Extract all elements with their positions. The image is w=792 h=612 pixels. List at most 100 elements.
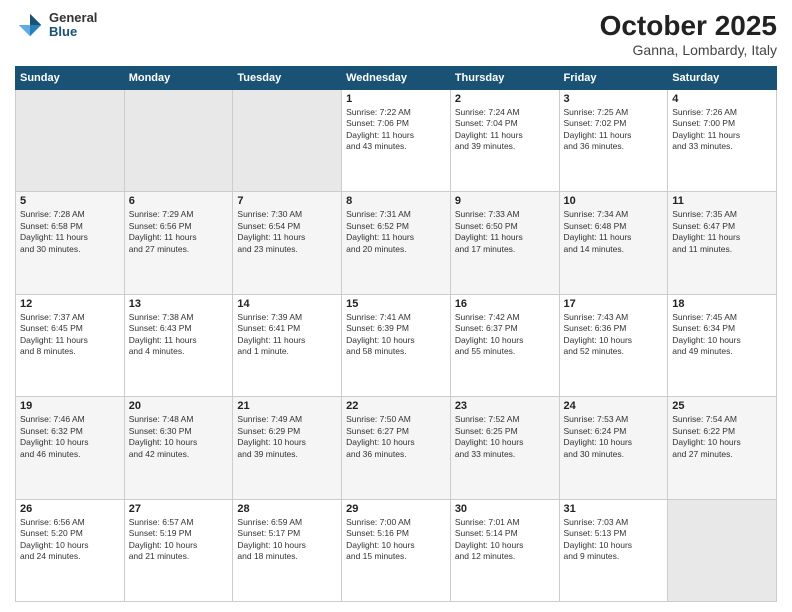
table-cell: 14Sunrise: 7:39 AM Sunset: 6:41 PM Dayli…	[233, 294, 342, 396]
col-friday: Friday	[559, 67, 668, 90]
logo-icon	[15, 10, 45, 40]
table-cell: 31Sunrise: 7:03 AM Sunset: 5:13 PM Dayli…	[559, 499, 668, 601]
table-cell: 13Sunrise: 7:38 AM Sunset: 6:43 PM Dayli…	[124, 294, 233, 396]
logo-text: General Blue	[49, 11, 97, 40]
table-cell: 25 Sunrise: 7:54 AM Sunset: 6:22 PM Dayli…	[668, 397, 777, 499]
table-cell: 11 Sunrise: 7:35 AM Sunset: 6:47 PM Dayli…	[668, 192, 777, 294]
day-info: Sunrise: 7:52 AM Sunset: 6:25 PM Dayligh…	[455, 414, 555, 460]
col-saturday: Saturday	[668, 67, 777, 90]
header: General Blue October 2025 Ganna, Lombard…	[15, 10, 777, 58]
day-info: Sunrise: 7:45 AM Sunset: 6:34 PM Dayligh…	[672, 312, 772, 358]
table-cell: 12Sunrise: 7:37 AM Sunset: 6:45 PM Dayli…	[16, 294, 125, 396]
day-number: 23	[455, 400, 555, 412]
day-number: 30	[455, 503, 555, 515]
day-info: Sunrise: 7:54 AM Sunset: 6:22 PM Dayligh…	[672, 414, 772, 460]
day-info: Sunrise: 7:28 AM Sunset: 6:58 PM Dayligh…	[20, 209, 120, 255]
day-number: 28	[237, 503, 337, 515]
day-info: Sunrise: 7:26 AM Sunset: 7:00 PM Dayligh…	[672, 107, 772, 153]
col-thursday: Thursday	[450, 67, 559, 90]
table-cell: 1Sunrise: 7:22 AM Sunset: 7:06 PM Daylig…	[342, 90, 451, 192]
table-cell: 23 Sunrise: 7:52 AM Sunset: 6:25 PM Dayli…	[450, 397, 559, 499]
day-number: 8	[346, 195, 446, 207]
day-info: Sunrise: 7:50 AM Sunset: 6:27 PM Dayligh…	[346, 414, 446, 460]
day-number: 29	[346, 503, 446, 515]
day-number: 27	[129, 503, 229, 515]
day-number: 3	[564, 93, 664, 105]
day-info: Sunrise: 7:29 AM Sunset: 6:56 PM Dayligh…	[129, 209, 229, 255]
table-cell: 19 Sunrise: 7:46 AM Sunset: 6:32 PM Dayli…	[16, 397, 125, 499]
calendar-title: October 2025	[600, 10, 777, 42]
day-info: Sunrise: 6:56 AM Sunset: 5:20 PM Dayligh…	[20, 517, 120, 563]
day-info: Sunrise: 7:49 AM Sunset: 6:29 PM Dayligh…	[237, 414, 337, 460]
day-number: 5	[20, 195, 120, 207]
table-cell: 20Sunrise: 7:48 AM Sunset: 6:30 PM Dayli…	[124, 397, 233, 499]
day-number: 7	[237, 195, 337, 207]
day-info: Sunrise: 7:46 AM Sunset: 6:32 PM Dayligh…	[20, 414, 120, 460]
day-info: Sunrise: 7:22 AM Sunset: 7:06 PM Dayligh…	[346, 107, 446, 153]
table-cell: 27Sunrise: 6:57 AM Sunset: 5:19 PM Dayli…	[124, 499, 233, 601]
day-number: 31	[564, 503, 664, 515]
day-info: Sunrise: 7:35 AM Sunset: 6:47 PM Dayligh…	[672, 209, 772, 255]
day-number: 13	[129, 298, 229, 310]
table-cell: 2 Sunrise: 7:24 AM Sunset: 7:04 PM Daylig…	[450, 90, 559, 192]
table-cell: 8 Sunrise: 7:31 AM Sunset: 6:52 PM Daylig…	[342, 192, 451, 294]
table-cell: 6 Sunrise: 7:29 AM Sunset: 6:56 PM Daylig…	[124, 192, 233, 294]
page: General Blue October 2025 Ganna, Lombard…	[0, 0, 792, 612]
day-info: Sunrise: 7:37 AM Sunset: 6:45 PM Dayligh…	[20, 312, 120, 358]
day-number: 17	[564, 298, 664, 310]
logo-general: General	[49, 11, 97, 25]
day-info: Sunrise: 7:53 AM Sunset: 6:24 PM Dayligh…	[564, 414, 664, 460]
table-cell: 22 Sunrise: 7:50 AM Sunset: 6:27 PM Dayli…	[342, 397, 451, 499]
day-number: 22	[346, 400, 446, 412]
table-cell: 17 Sunrise: 7:43 AM Sunset: 6:36 PM Dayli…	[559, 294, 668, 396]
table-cell: 21Sunrise: 7:49 AM Sunset: 6:29 PM Dayli…	[233, 397, 342, 499]
logo-blue: Blue	[49, 25, 97, 39]
table-cell: 18 Sunrise: 7:45 AM Sunset: 6:34 PM Dayli…	[668, 294, 777, 396]
day-number: 11	[672, 195, 772, 207]
day-info: Sunrise: 7:01 AM Sunset: 5:14 PM Dayligh…	[455, 517, 555, 563]
calendar-header-row: Sunday Monday Tuesday Wednesday Thursday…	[16, 67, 777, 90]
col-wednesday: Wednesday	[342, 67, 451, 90]
day-number: 18	[672, 298, 772, 310]
table-cell: 26Sunrise: 6:56 AM Sunset: 5:20 PM Dayli…	[16, 499, 125, 601]
day-number: 14	[237, 298, 337, 310]
week-row-1: 5 Sunrise: 7:28 AM Sunset: 6:58 PM Daylig…	[16, 192, 777, 294]
title-block: October 2025 Ganna, Lombardy, Italy	[600, 10, 777, 58]
table-cell	[124, 90, 233, 192]
table-cell: 29 Sunrise: 7:00 AM Sunset: 5:16 PM Dayli…	[342, 499, 451, 601]
day-info: Sunrise: 7:00 AM Sunset: 5:16 PM Dayligh…	[346, 517, 446, 563]
day-number: 2	[455, 93, 555, 105]
table-cell	[233, 90, 342, 192]
day-number: 16	[455, 298, 555, 310]
col-tuesday: Tuesday	[233, 67, 342, 90]
day-info: Sunrise: 6:59 AM Sunset: 5:17 PM Dayligh…	[237, 517, 337, 563]
day-info: Sunrise: 7:25 AM Sunset: 7:02 PM Dayligh…	[564, 107, 664, 153]
table-cell	[16, 90, 125, 192]
table-cell: 4Sunrise: 7:26 AM Sunset: 7:00 PM Daylig…	[668, 90, 777, 192]
table-cell: 7Sunrise: 7:30 AM Sunset: 6:54 PM Daylig…	[233, 192, 342, 294]
day-number: 19	[20, 400, 120, 412]
table-cell: 10Sunrise: 7:34 AM Sunset: 6:48 PM Dayli…	[559, 192, 668, 294]
table-cell: 15Sunrise: 7:41 AM Sunset: 6:39 PM Dayli…	[342, 294, 451, 396]
day-number: 25	[672, 400, 772, 412]
day-number: 10	[564, 195, 664, 207]
day-info: Sunrise: 7:24 AM Sunset: 7:04 PM Dayligh…	[455, 107, 555, 153]
week-row-0: 1Sunrise: 7:22 AM Sunset: 7:06 PM Daylig…	[16, 90, 777, 192]
day-info: Sunrise: 7:43 AM Sunset: 6:36 PM Dayligh…	[564, 312, 664, 358]
calendar-subtitle: Ganna, Lombardy, Italy	[600, 42, 777, 58]
table-cell: 30 Sunrise: 7:01 AM Sunset: 5:14 PM Dayli…	[450, 499, 559, 601]
table-cell: 24Sunrise: 7:53 AM Sunset: 6:24 PM Dayli…	[559, 397, 668, 499]
table-cell: 28 Sunrise: 6:59 AM Sunset: 5:17 PM Dayli…	[233, 499, 342, 601]
table-cell: 5 Sunrise: 7:28 AM Sunset: 6:58 PM Daylig…	[16, 192, 125, 294]
day-number: 9	[455, 195, 555, 207]
day-number: 20	[129, 400, 229, 412]
day-info: Sunrise: 7:31 AM Sunset: 6:52 PM Dayligh…	[346, 209, 446, 255]
day-info: Sunrise: 7:33 AM Sunset: 6:50 PM Dayligh…	[455, 209, 555, 255]
day-number: 15	[346, 298, 446, 310]
week-row-3: 19 Sunrise: 7:46 AM Sunset: 6:32 PM Dayli…	[16, 397, 777, 499]
col-monday: Monday	[124, 67, 233, 90]
day-number: 6	[129, 195, 229, 207]
week-row-2: 12Sunrise: 7:37 AM Sunset: 6:45 PM Dayli…	[16, 294, 777, 396]
col-sunday: Sunday	[16, 67, 125, 90]
calendar-table: Sunday Monday Tuesday Wednesday Thursday…	[15, 66, 777, 602]
